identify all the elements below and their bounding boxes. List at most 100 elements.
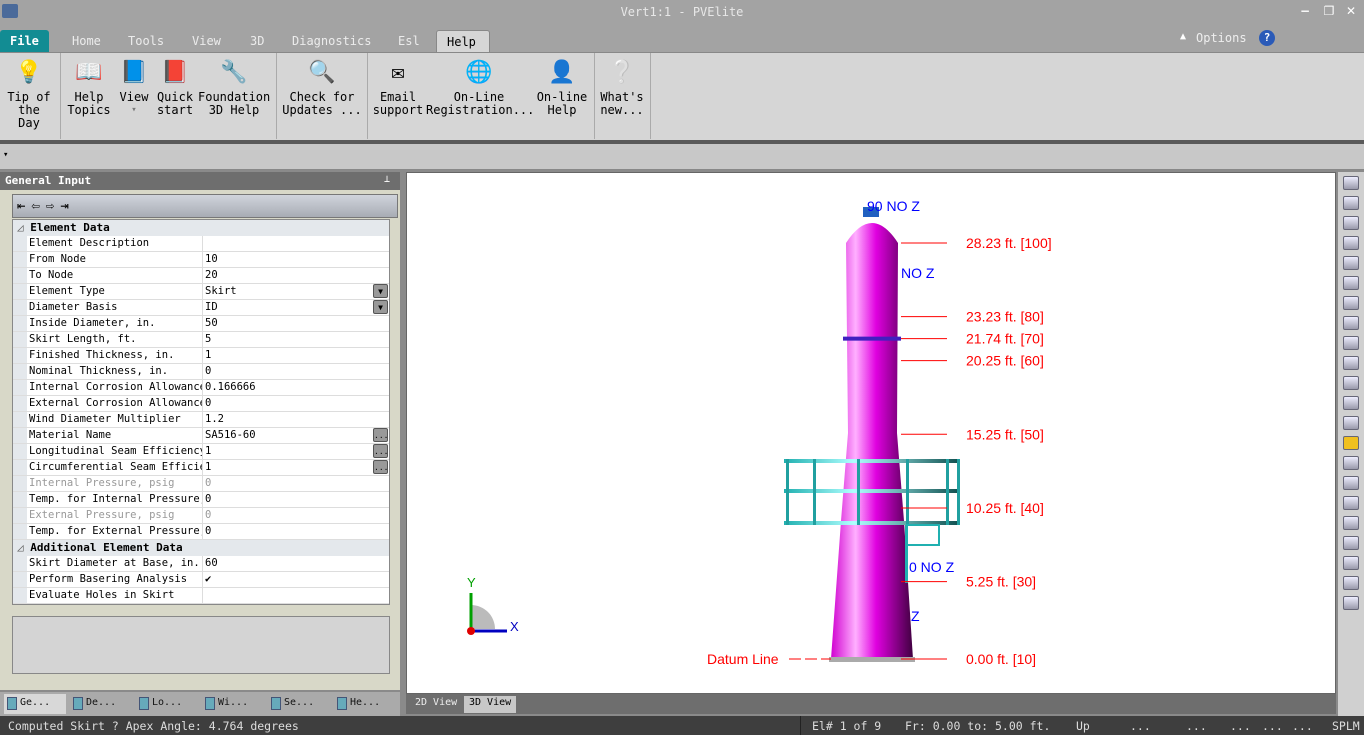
view-tool-icon[interactable] bbox=[1343, 476, 1359, 490]
first-element-icon[interactable]: ⇤ bbox=[17, 198, 25, 214]
previous-element-icon[interactable]: ⇦ bbox=[31, 198, 39, 214]
minimize-button[interactable]: − bbox=[1296, 4, 1314, 20]
options-menu[interactable]: Options bbox=[1196, 31, 1247, 45]
panel-tab[interactable]: De... bbox=[70, 694, 132, 714]
panel-tab[interactable]: Ge... bbox=[4, 694, 66, 714]
view-tool-icon[interactable] bbox=[1343, 216, 1359, 230]
view-tool-icon[interactable] bbox=[1343, 196, 1359, 210]
tab-2d-view[interactable]: 2D View bbox=[410, 696, 462, 713]
property-value[interactable]: 10 bbox=[203, 252, 389, 267]
tab-3d[interactable]: 3D bbox=[240, 30, 274, 52]
property-value[interactable]: 1... bbox=[203, 460, 389, 475]
property-value[interactable]: 20 bbox=[203, 268, 389, 283]
panel-tab[interactable]: He... bbox=[334, 694, 396, 714]
row-gutter bbox=[13, 364, 27, 379]
nozzle-label: 90 NO Z bbox=[867, 198, 920, 214]
row-gutter bbox=[13, 380, 27, 395]
foundation-3d-help-button[interactable]: 🔧 Foundation 3D Help bbox=[198, 57, 270, 117]
3d-viewport[interactable]: 28.23 ft. [100] 23.23 ft. [80] 21.74 ft. [… bbox=[406, 172, 1336, 694]
view-tool-icon[interactable] bbox=[1343, 376, 1359, 390]
view-tool-icon[interactable] bbox=[1343, 336, 1359, 350]
property-value[interactable]: 0 bbox=[203, 492, 389, 507]
online-registration-button[interactable]: 🌐 On-Line Registration... bbox=[426, 57, 534, 117]
property-value[interactable]: 1.2 bbox=[203, 412, 389, 427]
platform-post bbox=[906, 459, 909, 525]
tab-file[interactable]: File bbox=[0, 30, 49, 52]
property-value[interactable]: 0 bbox=[203, 396, 389, 411]
pin-icon[interactable]: ⊥ bbox=[384, 174, 390, 185]
view-tool-icon[interactable] bbox=[1343, 576, 1359, 590]
browse-button[interactable]: ... bbox=[373, 460, 388, 474]
tab-diagnostics[interactable]: Diagnostics bbox=[282, 30, 381, 52]
view-tool-icon[interactable] bbox=[1343, 316, 1359, 330]
collapse-icon[interactable]: ◿ bbox=[17, 221, 30, 234]
collapse-ribbon-icon[interactable]: ▲ bbox=[1180, 31, 1186, 42]
property-value[interactable]: 0 bbox=[203, 364, 389, 379]
collapse-icon[interactable]: ◿ bbox=[17, 541, 30, 554]
quick-start-button[interactable]: 📕 Quick start bbox=[154, 57, 196, 117]
browse-button[interactable]: ... bbox=[373, 428, 388, 442]
view-tool-icon[interactable] bbox=[1343, 176, 1359, 190]
property-value[interactable]: Skirt ▼ bbox=[203, 284, 389, 299]
whats-new-button[interactable]: ❔ What's new... bbox=[598, 57, 646, 117]
property-value[interactable]: 60 bbox=[203, 556, 389, 571]
view-tool-icon[interactable] bbox=[1343, 256, 1359, 270]
view-tool-icon[interactable] bbox=[1343, 456, 1359, 470]
property-value[interactable] bbox=[203, 588, 389, 603]
row-gutter bbox=[13, 396, 27, 411]
dropdown-button[interactable]: ▼ bbox=[373, 284, 388, 298]
view-tool-icon[interactable] bbox=[1343, 596, 1359, 610]
view-tool-icon[interactable] bbox=[1343, 536, 1359, 550]
last-element-icon[interactable]: ⇥ bbox=[60, 198, 68, 214]
tip-of-the-day-button[interactable]: 💡 Tip of the Day bbox=[4, 57, 54, 130]
category-header[interactable]: ◿ Element Data bbox=[13, 220, 389, 236]
tab-tools[interactable]: Tools bbox=[118, 30, 174, 52]
property-value[interactable]: 1... bbox=[203, 444, 389, 459]
dropdown-button[interactable]: ▼ bbox=[373, 300, 388, 314]
category-header[interactable]: ◿ Additional Element Data bbox=[13, 540, 389, 556]
property-value[interactable]: 1 bbox=[203, 348, 389, 363]
view-tool-icon[interactable] bbox=[1343, 556, 1359, 570]
view-tool-icon[interactable] bbox=[1343, 516, 1359, 530]
view-tool-icon[interactable] bbox=[1343, 396, 1359, 410]
property-value[interactable]: 0 bbox=[203, 476, 389, 491]
property-value[interactable] bbox=[203, 236, 389, 251]
help-icon[interactable]: ? bbox=[1259, 30, 1275, 46]
panel-tab[interactable]: Wi... bbox=[202, 694, 264, 714]
value-text: 20 bbox=[205, 269, 218, 281]
tab-3d-view[interactable]: 3D View bbox=[464, 696, 517, 713]
view-tool-icon[interactable] bbox=[1343, 356, 1359, 370]
view-tool-icon[interactable] bbox=[1343, 276, 1359, 290]
view-tool-icon[interactable] bbox=[1343, 296, 1359, 310]
panel-tab[interactable]: Lo... bbox=[136, 694, 198, 714]
property-value[interactable]: ID ▼ bbox=[203, 300, 389, 315]
tab-help[interactable]: Help bbox=[436, 30, 490, 52]
view-tool-icon[interactable] bbox=[1343, 496, 1359, 510]
close-button[interactable]: ✕ bbox=[1342, 4, 1360, 20]
tab-view[interactable]: View bbox=[182, 30, 231, 52]
property-value[interactable]: 0 bbox=[203, 508, 389, 523]
property-value[interactable]: ✔ bbox=[203, 572, 389, 587]
property-value[interactable]: 5 bbox=[203, 332, 389, 347]
property-value[interactable]: 0.166666 bbox=[203, 380, 389, 395]
customize-dropdown-icon[interactable]: ▾ bbox=[3, 150, 8, 160]
browse-button[interactable]: ... bbox=[373, 444, 388, 458]
property-value[interactable]: SA516-60... bbox=[203, 428, 389, 443]
view-tool-icon[interactable] bbox=[1343, 236, 1359, 250]
check-for-updates-button[interactable]: 🔍 Check for Updates ... bbox=[280, 57, 364, 117]
row-gutter bbox=[13, 268, 27, 283]
help-topics-button[interactable]: 📖 Help Topics bbox=[64, 57, 114, 117]
view-dropdown-button[interactable]: 📘 View ▾ bbox=[116, 57, 152, 117]
restore-button[interactable]: ❐ bbox=[1320, 4, 1338, 20]
tab-label: Lo... bbox=[152, 697, 183, 708]
online-help-button[interactable]: 👤 On-line Help bbox=[534, 57, 590, 117]
property-value[interactable]: 50 bbox=[203, 316, 389, 331]
view-tool-icon[interactable] bbox=[1343, 436, 1359, 450]
tab-esl[interactable]: Esl bbox=[388, 30, 430, 52]
tab-home[interactable]: Home bbox=[62, 30, 111, 52]
panel-tab[interactable]: Se... bbox=[268, 694, 330, 714]
email-support-button[interactable]: ✉ Email support bbox=[372, 57, 424, 117]
view-tool-icon[interactable] bbox=[1343, 416, 1359, 430]
next-element-icon[interactable]: ⇨ bbox=[46, 198, 54, 214]
property-value[interactable]: 0 bbox=[203, 524, 389, 539]
